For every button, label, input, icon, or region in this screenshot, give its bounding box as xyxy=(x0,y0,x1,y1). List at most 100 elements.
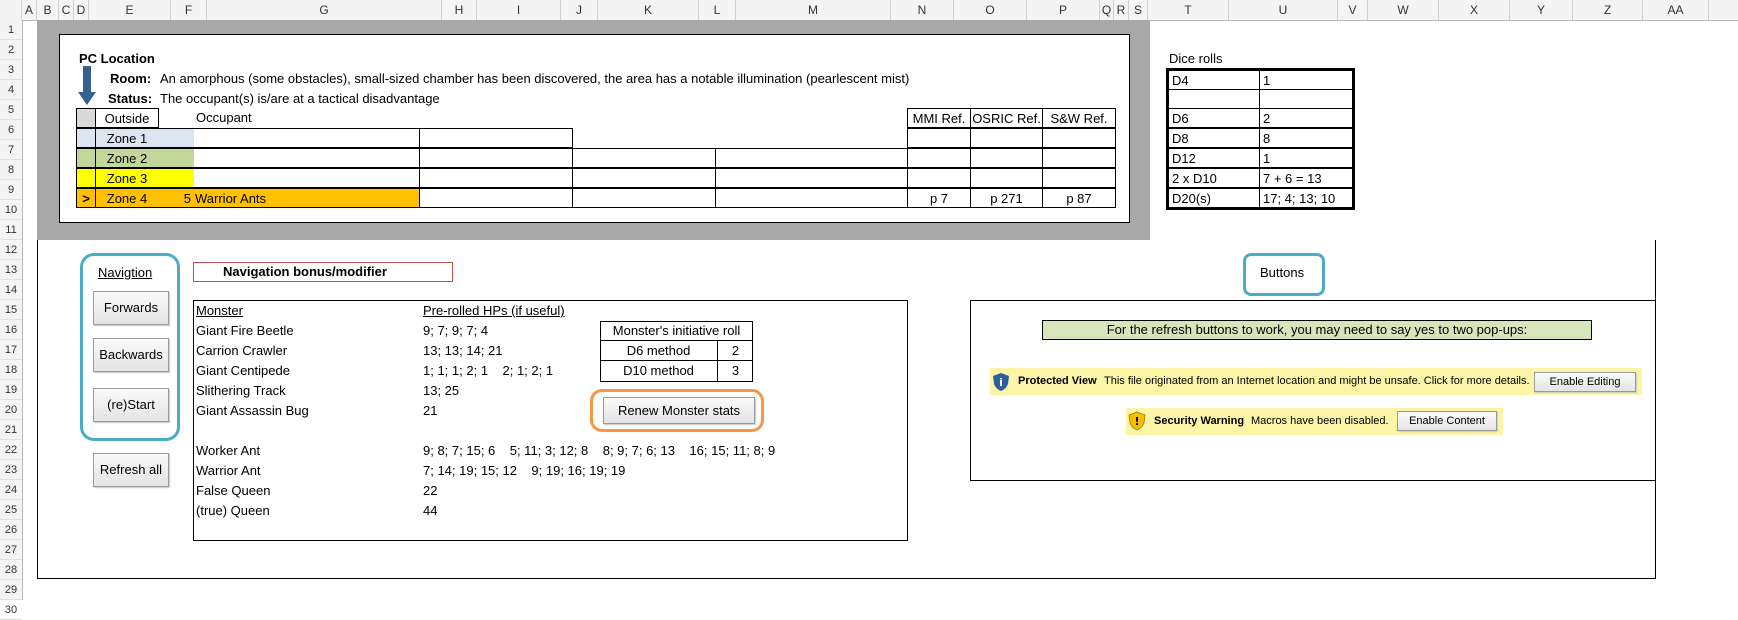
row-header-18[interactable]: 18 xyxy=(0,360,22,380)
column-header-W[interactable]: W xyxy=(1368,0,1439,20)
zone-marker-header xyxy=(76,108,96,128)
row-header-24[interactable]: 24 xyxy=(0,480,22,500)
forwards-button[interactable]: Forwards xyxy=(93,291,169,325)
column-header-O[interactable]: O xyxy=(954,0,1027,20)
row-header-26[interactable]: 26 xyxy=(0,520,22,540)
row-header-10[interactable]: 10 xyxy=(0,200,22,220)
column-header-U[interactable]: U xyxy=(1229,0,1338,20)
column-header-F[interactable]: F xyxy=(171,0,207,20)
row-header-13[interactable]: 13 xyxy=(0,260,22,280)
select-all-corner[interactable] xyxy=(0,0,22,20)
row-header-23[interactable]: 23 xyxy=(0,460,22,480)
navigation-bonus: Navigation bonus/modifier xyxy=(193,262,453,282)
column-header-H[interactable]: H xyxy=(442,0,477,20)
monster-name: Carrion Crawler xyxy=(196,343,288,358)
monster-hp: 7; 14; 19; 15; 12 9; 19; 16; 19; 19 xyxy=(423,463,626,478)
row-header-16[interactable]: 16 xyxy=(0,320,22,340)
row-header-7[interactable]: 7 xyxy=(0,140,22,160)
zone4-extra2 xyxy=(572,188,716,208)
column-header-L[interactable]: L xyxy=(699,0,736,20)
shield-info-icon: i xyxy=(993,373,1009,391)
svg-text:!: ! xyxy=(1134,415,1139,428)
dice-label xyxy=(1168,89,1260,109)
column-header-X[interactable]: X xyxy=(1439,0,1510,20)
row-header-20[interactable]: 20 xyxy=(0,400,22,420)
monster-hp: 9; 8; 7; 15; 6 5; 11; 3; 12; 8 8; 9; 7; … xyxy=(423,443,776,458)
row-header-14[interactable]: 14 xyxy=(0,280,22,300)
column-header-S[interactable]: S xyxy=(1129,0,1148,20)
column-header-T[interactable]: T xyxy=(1148,0,1229,20)
row-header-12[interactable]: 12 xyxy=(0,240,22,260)
row-header-15[interactable]: 15 xyxy=(0,300,22,320)
column-header-Y[interactable]: Y xyxy=(1510,0,1573,20)
dice-value: 17; 4; 13; 10 xyxy=(1259,188,1353,208)
column-header-AA[interactable]: AA xyxy=(1643,0,1709,20)
zone1-osric xyxy=(970,128,1043,148)
renew-monster-stats-button[interactable]: Renew Monster stats xyxy=(603,397,755,424)
refresh-all-button[interactable]: Refresh all xyxy=(93,453,169,487)
column-header-J[interactable]: J xyxy=(561,0,598,20)
column-header-V[interactable]: V xyxy=(1338,0,1368,20)
arrow-down-icon xyxy=(78,66,96,105)
restart-button[interactable]: (re)Start xyxy=(93,388,169,422)
buttons-label: Buttons xyxy=(1260,265,1305,280)
row-header-21[interactable]: 21 xyxy=(0,420,22,440)
zone1-marker xyxy=(76,128,96,148)
zone3-marker xyxy=(76,168,96,188)
zone3-extra xyxy=(419,168,573,188)
monster-hp: 13; 13; 14; 21 xyxy=(423,343,503,358)
zone3-osric xyxy=(970,168,1043,188)
column-header-C[interactable]: C xyxy=(59,0,74,20)
column-header-K[interactable]: K xyxy=(598,0,699,20)
dice-label: 2 x D10 xyxy=(1168,168,1260,188)
dice-value: 1 xyxy=(1259,148,1353,168)
zone2-extra xyxy=(419,148,573,168)
row-header-17[interactable]: 17 xyxy=(0,340,22,360)
column-header-P[interactable]: P xyxy=(1027,0,1100,20)
column-header-E[interactable]: E xyxy=(89,0,171,20)
monster-hp: 13; 25 xyxy=(423,383,460,398)
row-header-22[interactable]: 22 xyxy=(0,440,22,460)
svg-text:i: i xyxy=(999,376,1003,389)
backwards-button[interactable]: Backwards xyxy=(93,338,169,372)
enable-content-button[interactable]: Enable Content xyxy=(1397,411,1497,431)
row-header-6[interactable]: 6 xyxy=(0,120,22,140)
row-header-29[interactable]: 29 xyxy=(0,580,22,600)
enable-editing-button[interactable]: Enable Editing xyxy=(1534,372,1636,392)
row-header-8[interactable]: 8 xyxy=(0,160,22,180)
row-header-30[interactable]: 30 xyxy=(0,600,22,620)
monster-hp: 44 xyxy=(423,503,438,518)
room-label: Room: xyxy=(110,71,152,86)
column-header-bar: A B C D E F G H I J K L M N O P Q R S T U V W X Y Z AA xyxy=(0,0,1738,21)
column-header-B[interactable]: B xyxy=(37,0,59,20)
row-header-27[interactable]: 27 xyxy=(0,540,22,560)
row-header-3[interactable]: 3 xyxy=(0,60,22,80)
column-header-M[interactable]: M xyxy=(736,0,891,20)
row-header-9[interactable]: 9 xyxy=(0,180,22,200)
row-header-1[interactable]: 1 xyxy=(0,20,22,40)
column-header-N[interactable]: N xyxy=(891,0,954,20)
row-header-11[interactable]: 11 xyxy=(0,220,22,240)
row-header-4[interactable]: 4 xyxy=(0,80,22,100)
zone1-extra xyxy=(419,128,573,148)
column-header-G[interactable]: G xyxy=(207,0,442,20)
column-header-Z[interactable]: Z xyxy=(1573,0,1643,20)
zone4-sw: p 87 xyxy=(1042,188,1116,208)
column-header-R[interactable]: R xyxy=(1114,0,1129,20)
row-header-28[interactable]: 28 xyxy=(0,560,22,580)
zone3-extra3 xyxy=(715,168,908,188)
zone1-sw xyxy=(1042,128,1116,148)
row-header-25[interactable]: 25 xyxy=(0,500,22,520)
refresh-notice: For the refresh buttons to work, you may… xyxy=(1042,320,1592,340)
row-header-2[interactable]: 2 xyxy=(0,40,22,60)
monster-name: False Queen xyxy=(196,483,271,498)
monster-name: (true) Queen xyxy=(196,503,270,518)
row-header-19[interactable]: 19 xyxy=(0,380,22,400)
monster-header: Monster xyxy=(196,303,243,318)
column-header-Q[interactable]: Q xyxy=(1100,0,1114,20)
row-header-5[interactable]: 5 xyxy=(0,100,22,120)
column-header-A[interactable]: A xyxy=(22,0,37,20)
column-header-I[interactable]: I xyxy=(477,0,561,20)
column-header-D[interactable]: D xyxy=(74,0,89,20)
room-value: An amorphous (some obstacles), small-siz… xyxy=(160,71,910,86)
